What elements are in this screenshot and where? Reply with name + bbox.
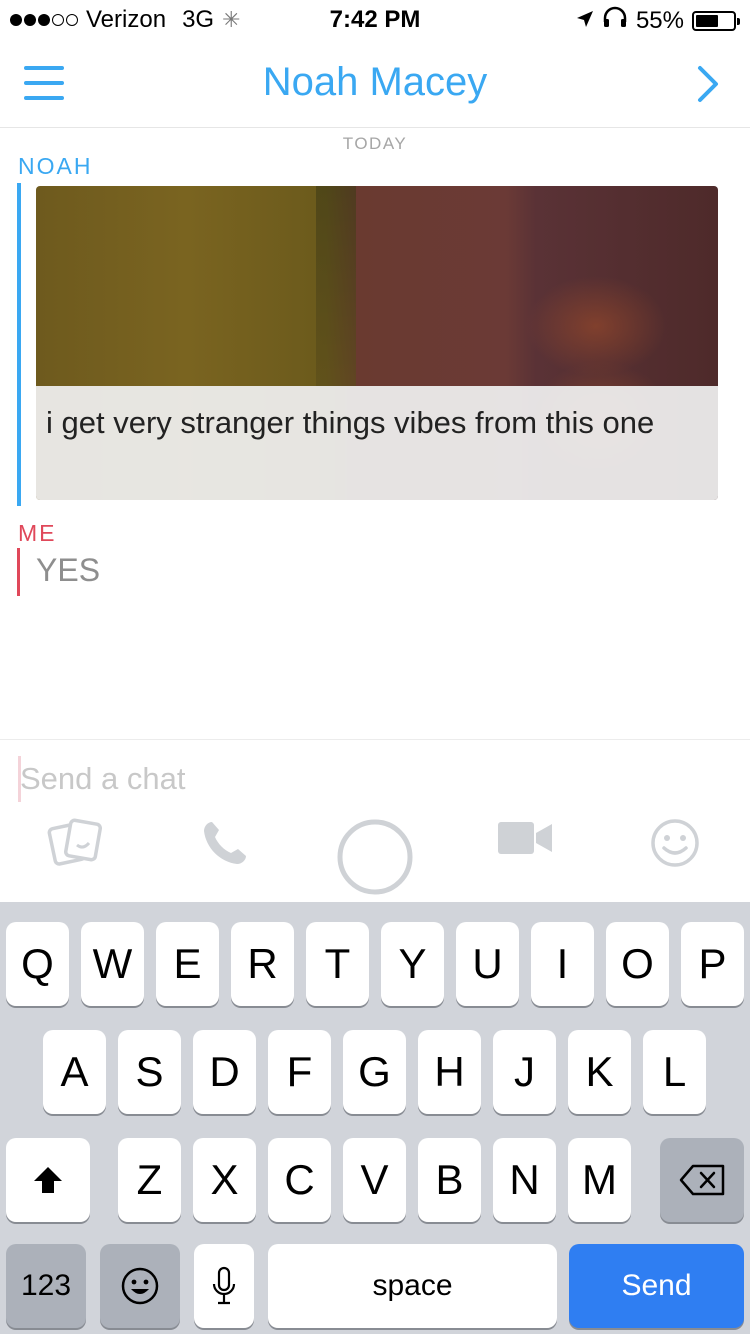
key-y[interactable]: Y xyxy=(381,922,444,1006)
battery-percent: 55% xyxy=(635,6,684,34)
chevron-right-icon[interactable] xyxy=(696,64,720,109)
key-i[interactable]: I xyxy=(531,922,594,1006)
key-z[interactable]: Z xyxy=(118,1138,181,1222)
key-h[interactable]: H xyxy=(418,1030,481,1114)
key-e[interactable]: E xyxy=(156,922,219,1006)
key-x[interactable]: X xyxy=(193,1138,256,1222)
key-n[interactable]: N xyxy=(493,1138,556,1222)
key-d[interactable]: D xyxy=(193,1030,256,1114)
key-u[interactable]: U xyxy=(456,922,519,1006)
key-v[interactable]: V xyxy=(343,1138,406,1222)
space-key[interactable]: space xyxy=(268,1244,557,1328)
key-m[interactable]: M xyxy=(568,1138,631,1222)
message-indicator-bar xyxy=(17,548,20,596)
microphone-icon xyxy=(212,1266,236,1305)
sender-label-noah: NOAH xyxy=(18,153,93,179)
battery-icon xyxy=(692,10,740,31)
shift-arrow-icon xyxy=(34,1167,62,1193)
message-indicator-bar xyxy=(17,183,21,506)
date-divider: TODAY xyxy=(342,134,408,153)
backspace-key[interactable] xyxy=(660,1138,744,1222)
key-w[interactable]: W xyxy=(81,922,144,1006)
chat-input[interactable] xyxy=(20,758,720,800)
photo-shadow xyxy=(316,186,356,386)
key-o[interactable]: O xyxy=(606,922,669,1006)
chat-header: Noah Macey xyxy=(0,40,750,128)
status-bar: Verizon 3G ✳ 7:42 PM 55% xyxy=(0,0,750,40)
key-l[interactable]: L xyxy=(643,1030,706,1114)
emoji-face-icon xyxy=(121,1267,159,1305)
key-k[interactable]: K xyxy=(568,1030,631,1114)
key-j[interactable]: J xyxy=(493,1030,556,1114)
phone-call-icon[interactable] xyxy=(200,818,250,868)
capture-button[interactable] xyxy=(336,818,414,896)
composer xyxy=(0,739,750,902)
memories-stickers-icon[interactable] xyxy=(46,818,102,866)
location-arrow-icon xyxy=(576,7,594,35)
key-r[interactable]: R xyxy=(231,922,294,1006)
key-q[interactable]: Q xyxy=(6,922,69,1006)
shift-key[interactable] xyxy=(6,1138,90,1222)
status-right: 55% xyxy=(576,6,740,35)
key-a[interactable]: A xyxy=(43,1030,106,1114)
key-c[interactable]: C xyxy=(268,1138,331,1222)
video-call-icon[interactable] xyxy=(498,818,552,858)
send-key[interactable]: Send xyxy=(569,1244,744,1328)
sender-label-me: ME xyxy=(18,520,57,546)
key-p[interactable]: P xyxy=(681,922,744,1006)
conversation-title[interactable]: Noah Macey xyxy=(0,60,750,105)
key-g[interactable]: G xyxy=(343,1030,406,1114)
dictation-key[interactable] xyxy=(194,1244,254,1328)
message-text: YES xyxy=(36,552,101,588)
key-t[interactable]: T xyxy=(306,922,369,1006)
snap-caption-box: i get very stranger things vibes from th… xyxy=(36,386,718,500)
numbers-key[interactable]: 123 xyxy=(6,1244,86,1328)
key-b[interactable]: B xyxy=(418,1138,481,1222)
keyboard: Q W E R T Y U I O P A S D F G H J K L Z … xyxy=(0,902,750,1334)
key-f[interactable]: F xyxy=(268,1030,331,1114)
headphones-icon xyxy=(602,6,628,35)
emoji-key[interactable] xyxy=(100,1244,180,1328)
backspace-icon xyxy=(679,1164,725,1196)
key-s[interactable]: S xyxy=(118,1030,181,1114)
snap-caption: i get very stranger things vibes from th… xyxy=(46,405,655,440)
shared-snap-media[interactable]: i get very stranger things vibes from th… xyxy=(36,186,718,500)
emoji-icon[interactable] xyxy=(650,818,700,868)
